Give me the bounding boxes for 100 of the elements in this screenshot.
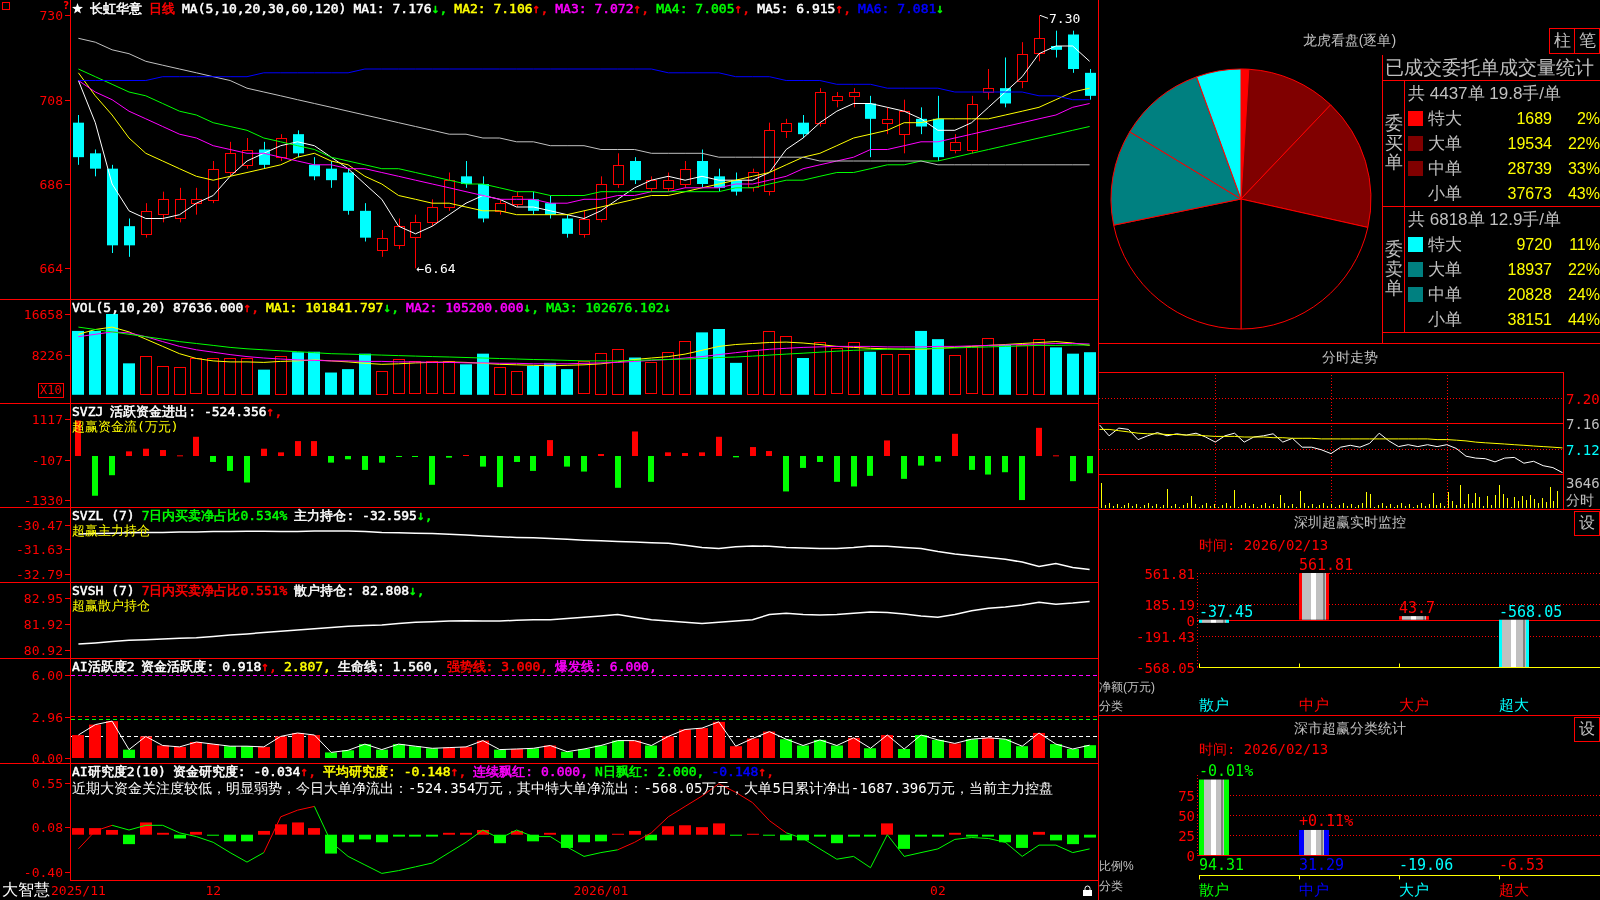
order-share: 2% (1576, 109, 1600, 128)
axis-label: 7.20 (1566, 390, 1600, 407)
candle (916, 106, 927, 135)
candle (1085, 68, 1096, 101)
category-label: 大户 (1399, 696, 1429, 713)
price-annotation: ←6.64 (416, 261, 456, 277)
change-label: +0.11% (1299, 811, 1354, 830)
candle (596, 175, 607, 223)
candle (646, 175, 657, 193)
legend-text: SVZJ (72, 404, 104, 419)
order-count: 38151 (1507, 310, 1552, 329)
candle (191, 187, 202, 216)
legend-text: 7日内买卖净占比0.534% (141, 508, 288, 523)
candle (562, 214, 573, 239)
order-share: 22% (1567, 260, 1600, 279)
panel-title: 深圳超赢实时监控 (1293, 514, 1406, 532)
candle (495, 198, 506, 216)
axis-label: 80.92 (23, 643, 63, 658)
panel-title: 龙虎看盘(逐单) (1302, 32, 1397, 50)
candle (983, 68, 994, 101)
order-size-label: 大单 (1428, 259, 1463, 281)
panel-title: 分时走势 (1321, 349, 1378, 367)
legend-text: 长虹华意 (90, 1, 142, 16)
square-icon (2, 2, 10, 10)
candle (528, 191, 539, 216)
order-share: 44% (1567, 310, 1600, 329)
volume-max-label: 3646 (1566, 475, 1600, 491)
candle (309, 156, 320, 181)
value-label: -19.06 (1399, 856, 1454, 874)
candle (815, 87, 826, 127)
axis-title: 分类 (1099, 699, 1123, 713)
value-label: 94.31 (1199, 856, 1245, 874)
axis-label: 6.00 (31, 668, 63, 683)
legend-text: 爆发线: 6.000, (555, 659, 657, 674)
candle (478, 175, 489, 223)
settings-button[interactable]: 设 (1574, 510, 1600, 536)
order-count: 37673 (1507, 184, 1552, 203)
help-mark: ? (63, 0, 69, 11)
order-count: 28739 (1507, 159, 1552, 178)
axis-label: 7.16 (1566, 415, 1600, 432)
date-label: 2025/11 (51, 883, 106, 898)
axis-label: 0 (1186, 612, 1195, 629)
value-label: -568.05 (1499, 602, 1563, 621)
legend-text: 日线 (149, 1, 175, 16)
axis-title: 比例% (1099, 859, 1134, 873)
axis-label: -0.40 (23, 865, 63, 880)
candle (343, 168, 354, 216)
candle (259, 141, 270, 170)
axis-label: 686 (39, 177, 63, 192)
axis-label: 2.96 (31, 710, 63, 725)
legend-text: 资金研究度: -0.034 (172, 764, 301, 779)
legend-text: MA2: 7.106 (454, 1, 533, 16)
order-count: 20828 (1507, 285, 1552, 304)
legend-text: MA(5,10,20,30,60,120) (182, 1, 347, 16)
legend-text: VOL(5,10,20) (72, 300, 166, 315)
axis-label: 75 (1178, 787, 1195, 804)
axis-label: 81.92 (23, 617, 63, 632)
view-mode-button[interactable]: 柱 (1549, 28, 1575, 54)
candle (512, 191, 523, 208)
axis-label: -1330 (23, 493, 63, 507)
order-size-label: 小单 (1428, 309, 1463, 331)
category-label: 中户 (1299, 881, 1329, 898)
axis-label: -31.63 (16, 542, 63, 557)
legend-text: SVZL (7) (72, 508, 135, 523)
legend-text: 连续飘红: 0.000, (473, 764, 588, 779)
settings-button[interactable]: 设 (1574, 716, 1600, 742)
candle (545, 195, 556, 219)
date-label: 2026/01 (573, 883, 629, 898)
candle (377, 229, 388, 258)
trend-arrow: ↑, (300, 764, 317, 779)
legend-text: N日飘红: 2.000, (595, 764, 705, 779)
candle (1017, 41, 1028, 89)
order-size-label: 特大 (1428, 108, 1463, 130)
category-label: 超大 (1499, 881, 1529, 898)
side-label: 委卖单 (1384, 239, 1403, 300)
candle (781, 118, 792, 139)
candle (293, 129, 304, 158)
category-label: 中户 (1299, 696, 1329, 713)
order-count: 18937 (1507, 260, 1552, 279)
order-share: 43% (1567, 184, 1600, 203)
candle (613, 152, 624, 189)
legend-text: 主力持仓: -32.595 (294, 508, 417, 523)
value-label: 561.81 (1299, 556, 1354, 574)
candle (832, 91, 843, 108)
legend-text: SVSH (7) (72, 583, 135, 598)
axis-title: 分类 (1099, 879, 1123, 893)
candle (899, 99, 910, 154)
view-mode-button[interactable]: 笔 (1574, 28, 1600, 54)
candle (748, 168, 759, 193)
axis-label: 0.08 (31, 820, 63, 835)
trend-arrow: ↓ (936, 1, 945, 16)
candle (731, 172, 742, 196)
annotation: 7.30 (1049, 11, 1081, 27)
candle (427, 198, 438, 227)
legend-text: MA6: 7.081 (858, 1, 937, 16)
order-share: 22% (1567, 134, 1600, 153)
legend-text: 87636.000 (172, 300, 244, 315)
candle (394, 218, 405, 250)
lock-icon (1083, 885, 1092, 896)
trend-arrow: ↑, (734, 1, 751, 16)
